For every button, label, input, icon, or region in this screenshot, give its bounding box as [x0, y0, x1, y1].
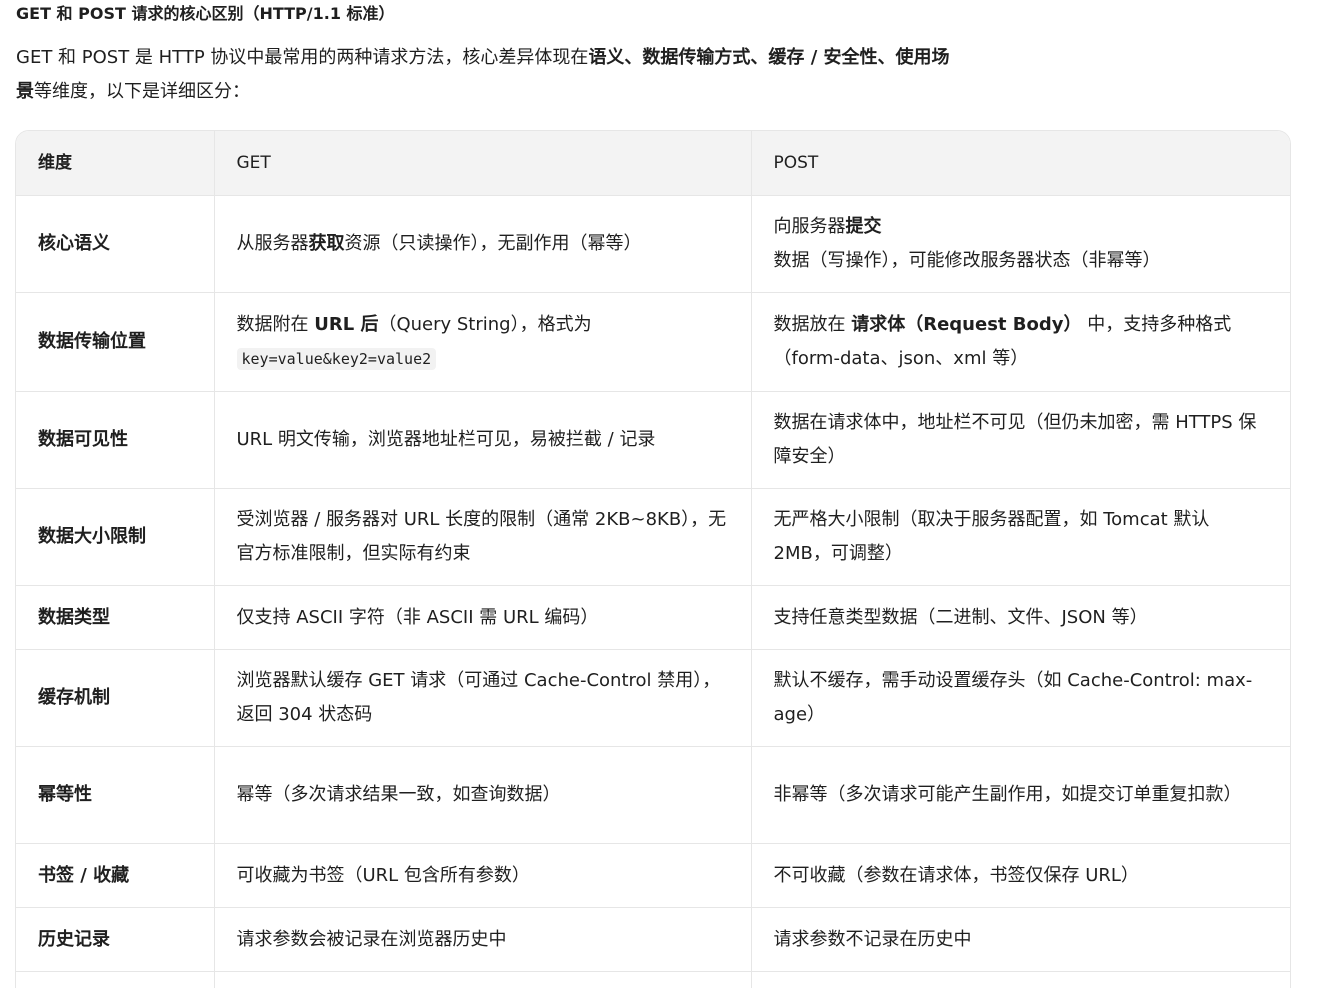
intro-text: GET 和 POST 是 HTTP 协议中最常用的两种请求方法，核心差异体现在	[16, 47, 589, 68]
cell-bold-text: 请求体（Request Body）	[851, 314, 1082, 335]
comparison-table: 维度 GET POST 核心语义 从服务器获取资源（只读操作），无副作用（幂等）…	[16, 131, 1290, 988]
row-post-cell: 默认不缓存，需手动设置缓存头（如 Cache-Control: max-age）	[751, 649, 1290, 747]
row-post-cell: 请求参数不记录在历史中	[751, 907, 1290, 972]
row-get-cell: 浏览器默认缓存 GET 请求（可通过 Cache-Control 禁用），返回 …	[214, 649, 752, 747]
row-dimension: 数据类型	[16, 585, 215, 650]
row-get-cell: 可收藏为书签（URL 包含所有参数）	[214, 843, 752, 908]
header-get: GET	[214, 131, 752, 196]
row-get-cell-empty	[214, 971, 752, 988]
row-get-cell: 请求参数会被记录在浏览器历史中	[214, 907, 752, 972]
row-post-cell: 向服务器提交数据（写操作），可能修改服务器状态（非幂等）	[751, 195, 1290, 293]
row-dimension: 数据传输位置	[16, 292, 215, 392]
table-header-row: 维度 GET POST	[16, 131, 1290, 196]
row-post-cell: 支持任意类型数据（二进制、文件、JSON 等）	[751, 585, 1290, 650]
row-post-cell: 数据放在 请求体（Request Body） 中，支持多种格式（form-dat…	[751, 292, 1290, 392]
row-get-cell: 仅支持 ASCII 字符（非 ASCII 需 URL 编码）	[214, 585, 752, 650]
row-dimension: 数据大小限制	[16, 488, 215, 586]
table-row: 历史记录 请求参数会被记录在浏览器历史中 请求参数不记录在历史中	[16, 907, 1290, 972]
table-row-partial	[16, 971, 1290, 988]
cell-text: 资源（只读操作），无副作用（幂等）	[344, 233, 642, 254]
intro-text-end: 等维度，以下是详细区分：	[34, 81, 250, 102]
row-get-cell: 受浏览器 / 服务器对 URL 长度的限制（通常 2KB~8KB），无官方标准限…	[214, 488, 752, 586]
comparison-table-container: 维度 GET POST 核心语义 从服务器获取资源（只读操作），无副作用（幂等）…	[15, 130, 1291, 988]
row-dimension: 数据可见性	[16, 391, 215, 489]
page: GET 和 POST 请求的核心区别（HTTP/1.1 标准） GET 和 PO…	[0, 0, 1328, 988]
row-get-cell: URL 明文传输，浏览器地址栏可见，易被拦截 / 记录	[214, 391, 752, 489]
cell-bold-text: 获取	[308, 233, 345, 254]
cell-text: 数据放在	[773, 314, 852, 335]
row-post-cell: 非幂等（多次请求可能产生副作用，如提交订单重复扣款）	[751, 746, 1290, 844]
row-dimension: 缓存机制	[16, 649, 215, 747]
table-row: 数据类型 仅支持 ASCII 字符（非 ASCII 需 URL 编码） 支持任意…	[16, 585, 1290, 650]
table-row: 核心语义 从服务器获取资源（只读操作），无副作用（幂等） 向服务器提交数据（写操…	[16, 195, 1290, 293]
cell-bold-text: URL 后	[314, 314, 379, 335]
cell-text: 数据（写操作），可能修改服务器状态（非幂等）	[773, 250, 1161, 271]
row-post-cell: 无严格大小限制（取决于服务器配置，如 Tomcat 默认 2MB，可调整）	[751, 488, 1290, 586]
row-dimension: 幂等性	[16, 746, 215, 844]
cell-text: （Query String），格式为	[378, 314, 592, 335]
row-get-cell: 数据附在 URL 后（Query String），格式为 key=value&k…	[214, 292, 752, 392]
row-dimension: 历史记录	[16, 907, 215, 972]
table-row: 数据传输位置 数据附在 URL 后（Query String），格式为 key=…	[16, 292, 1290, 392]
row-get-cell: 从服务器获取资源（只读操作），无副作用（幂等）	[214, 195, 752, 293]
row-dimension: 书签 / 收藏	[16, 843, 215, 908]
table-row: 数据大小限制 受浏览器 / 服务器对 URL 长度的限制（通常 2KB~8KB）…	[16, 488, 1290, 586]
row-dimension: 核心语义	[16, 195, 215, 293]
cell-text: 数据附在	[236, 314, 315, 335]
row-get-cell: 幂等（多次请求结果一致，如查询数据）	[214, 746, 752, 844]
cell-bold-text: 提交	[845, 216, 882, 237]
page-title: GET 和 POST 请求的核心区别（HTTP/1.1 标准）	[16, 4, 395, 23]
row-post-cell-empty	[751, 971, 1290, 988]
table-row: 数据可见性 URL 明文传输，浏览器地址栏可见，易被拦截 / 记录 数据在请求体…	[16, 391, 1290, 489]
table-row: 书签 / 收藏 可收藏为书签（URL 包含所有参数） 不可收藏（参数在请求体，书…	[16, 843, 1290, 908]
intro-paragraph: GET 和 POST 是 HTTP 协议中最常用的两种请求方法，核心差异体现在语…	[16, 41, 966, 109]
table-row: 幂等性 幂等（多次请求结果一致，如查询数据） 非幂等（多次请求可能产生副作用，如…	[16, 746, 1290, 844]
row-post-cell: 不可收藏（参数在请求体，书签仅保存 URL）	[751, 843, 1290, 908]
table-row: 缓存机制 浏览器默认缓存 GET 请求（可通过 Cache-Control 禁用…	[16, 649, 1290, 747]
row-post-cell: 数据在请求体中，地址栏不可见（但仍未加密，需 HTTPS 保障安全）	[751, 391, 1290, 489]
inline-code: key=value&key2=value2	[236, 348, 437, 370]
row-dimension-empty	[16, 971, 215, 988]
cell-text: 向服务器	[773, 216, 846, 237]
header-dimension: 维度	[16, 131, 215, 196]
header-post: POST	[751, 131, 1290, 196]
cell-text: 从服务器	[236, 233, 309, 254]
